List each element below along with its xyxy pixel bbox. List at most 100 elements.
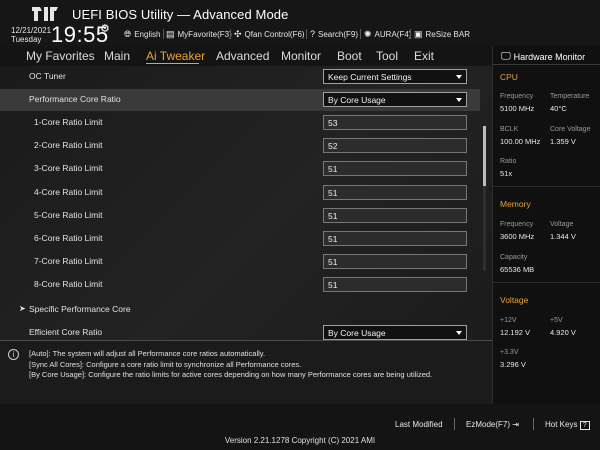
select-value: By Core Usage — [328, 95, 386, 105]
setting-row-3-core-ratio[interactable]: 3-Core Ratio Limit 51 — [0, 158, 480, 180]
myfavorite-label: MyFavorite(F3) — [177, 29, 232, 39]
footer-divider — [454, 418, 455, 430]
tab-main[interactable]: Main — [104, 49, 130, 63]
hot-keys-button[interactable]: Hot Keys ? — [545, 420, 590, 430]
fan-icon: ✣ — [234, 28, 242, 39]
tab-my-favorites[interactable]: My Favorites — [26, 49, 95, 63]
7-core-ratio-input[interactable]: 51 — [323, 254, 467, 269]
cpu-section-title: CPU — [500, 72, 518, 82]
toolbar-divider — [410, 29, 411, 39]
resize-bar-button[interactable]: ▣ ReSize BAR — [414, 27, 470, 41]
footer-bar: Last Modified EzMode(F7) ⇥ Hot Keys ? Ve… — [0, 404, 600, 450]
globe-icon: 🌐︎ — [124, 28, 132, 39]
1-core-ratio-input[interactable]: 53 — [323, 115, 467, 130]
help-line: [By Core Usage]: Configure the ratio lim… — [29, 370, 433, 379]
aura-button[interactable]: ✺ AURA(F4) — [364, 27, 411, 41]
last-modified-button[interactable]: Last Modified — [395, 420, 443, 429]
performance-core-ratio-select[interactable]: By Core Usage — [323, 92, 467, 107]
myfavorite-button[interactable]: ▤ MyFavorite(F3) — [166, 27, 232, 41]
date-text: 12/21/2021 — [11, 26, 52, 35]
cpu-temperature-label: Temperature — [550, 93, 590, 100]
qfan-label: Qfan Control(F6) — [244, 29, 305, 39]
setting-row-oc-tuner[interactable]: OC Tuner Keep Current Settings — [0, 66, 480, 88]
setting-row-performance-core-ratio[interactable]: Performance Core Ratio By Core Usage — [0, 89, 480, 111]
footer-divider — [533, 418, 534, 430]
4-core-ratio-input[interactable]: 51 — [323, 185, 467, 200]
2-core-ratio-input[interactable]: 52 — [323, 138, 467, 153]
resize-bar-icon: ▣ — [414, 28, 423, 39]
hardware-monitor-label: Hardware Monitor — [513, 51, 586, 62]
copyright-text: Version 2.21.1278 Copyright (C) 2021 AMI — [224, 436, 376, 445]
setting-label: 4-Core Ratio Limit — [34, 187, 103, 197]
aura-label: AURA(F4) — [374, 29, 412, 39]
memory-frequency-value: 3600 MHz — [500, 232, 535, 241]
resize-bar-label: ReSize BAR — [425, 29, 470, 39]
language-button[interactable]: 🌐︎ English — [124, 27, 160, 41]
select-value: By Core Usage — [328, 328, 386, 338]
6-core-ratio-input[interactable]: 51 — [323, 231, 467, 246]
chevron-right-icon: ➤ — [19, 304, 26, 313]
setting-row-1-core-ratio[interactable]: 1-Core Ratio Limit 53 — [0, 112, 480, 134]
toolbar-divider — [360, 29, 361, 39]
hardware-monitor-title: 🖵︎ Hardware Monitor — [501, 51, 585, 62]
tab-monitor[interactable]: Monitor — [281, 49, 321, 63]
search-button[interactable]: ? Search(F9) — [310, 27, 358, 41]
setting-row-7-core-ratio[interactable]: 7-Core Ratio Limit 51 — [0, 251, 480, 273]
setting-label: OC Tuner — [29, 71, 66, 81]
oc-tuner-select[interactable]: Keep Current Settings — [323, 69, 467, 84]
v12-value: 12.192 V — [500, 328, 531, 337]
setting-row-8-core-ratio[interactable]: 8-Core Ratio Limit 51 — [0, 274, 480, 296]
setting-row-6-core-ratio[interactable]: 6-Core Ratio Limit 51 — [0, 228, 480, 250]
chevron-down-icon — [456, 331, 462, 335]
divider — [493, 64, 600, 65]
divider — [493, 282, 600, 283]
day-text: Tuesday — [11, 35, 42, 44]
gear-icon[interactable]: ⚙ — [100, 22, 110, 35]
setting-row-specific-performance-core[interactable]: ➤ Specific Performance Core — [0, 299, 480, 321]
tab-exit[interactable]: Exit — [414, 49, 434, 63]
settings-panel: OC Tuner Keep Current Settings Performan… — [0, 66, 492, 340]
favorite-icon: ▤ — [166, 28, 175, 39]
search-label: Search(F9) — [318, 29, 359, 39]
chevron-down-icon — [456, 75, 462, 79]
setting-label: 1-Core Ratio Limit — [34, 117, 103, 127]
setting-row-2-core-ratio[interactable]: 2-Core Ratio Limit 52 — [0, 135, 480, 157]
select-value: Keep Current Settings — [328, 72, 412, 82]
app-title: UEFI BIOS Utility — Advanced Mode — [72, 7, 289, 22]
tab-tool[interactable]: Tool — [376, 49, 398, 63]
tab-advanced[interactable]: Advanced — [216, 49, 269, 63]
help-icon: ? — [579, 421, 590, 430]
exit-to-icon: ⇥ — [512, 420, 519, 429]
language-label: English — [134, 29, 161, 39]
v12-label: +12V — [500, 317, 517, 324]
setting-label: 3-Core Ratio Limit — [34, 163, 103, 173]
tab-ai-tweaker[interactable]: Ai Tweaker — [146, 49, 205, 63]
active-tab-underline — [146, 63, 199, 64]
setting-label: 8-Core Ratio Limit — [34, 279, 103, 289]
ezmode-button[interactable]: EzMode(F7) ⇥ — [466, 420, 519, 429]
help-line: [Auto]: The system will adjust all Perfo… — [29, 349, 266, 358]
info-icon: i — [8, 349, 19, 360]
setting-label: 6-Core Ratio Limit — [34, 233, 103, 243]
voltage-section-title: Voltage — [500, 295, 529, 305]
setting-label: Efficient Core Ratio — [29, 327, 103, 337]
qfan-button[interactable]: ✣ Qfan Control(F6) — [234, 27, 305, 41]
setting-row-4-core-ratio[interactable]: 4-Core Ratio Limit 51 — [0, 182, 480, 204]
aura-icon: ✺ — [364, 28, 372, 39]
divider — [493, 186, 600, 187]
capacity-value: 65536 MB — [500, 265, 535, 274]
setting-row-5-core-ratio[interactable]: 5-Core Ratio Limit 51 — [0, 205, 480, 227]
setting-row-efficient-core-ratio[interactable]: Efficient Core Ratio By Core Usage — [0, 322, 480, 340]
scrollbar-thumb[interactable] — [483, 126, 486, 186]
cpu-temperature-value: 40°C — [550, 104, 567, 113]
8-core-ratio-input[interactable]: 51 — [323, 277, 467, 292]
toolbar-divider — [163, 29, 164, 39]
5-core-ratio-input[interactable]: 51 — [323, 208, 467, 223]
core-voltage-value: 1.359 V — [550, 137, 576, 146]
3-core-ratio-input[interactable]: 51 — [323, 161, 467, 176]
ratio-value: 51x — [500, 169, 513, 178]
help-panel: i [Auto]: The system will adjust all Per… — [0, 340, 492, 404]
efficient-core-ratio-select[interactable]: By Core Usage — [323, 325, 467, 340]
core-voltage-label: Core Voltage — [550, 126, 591, 133]
tab-boot[interactable]: Boot — [337, 49, 362, 63]
